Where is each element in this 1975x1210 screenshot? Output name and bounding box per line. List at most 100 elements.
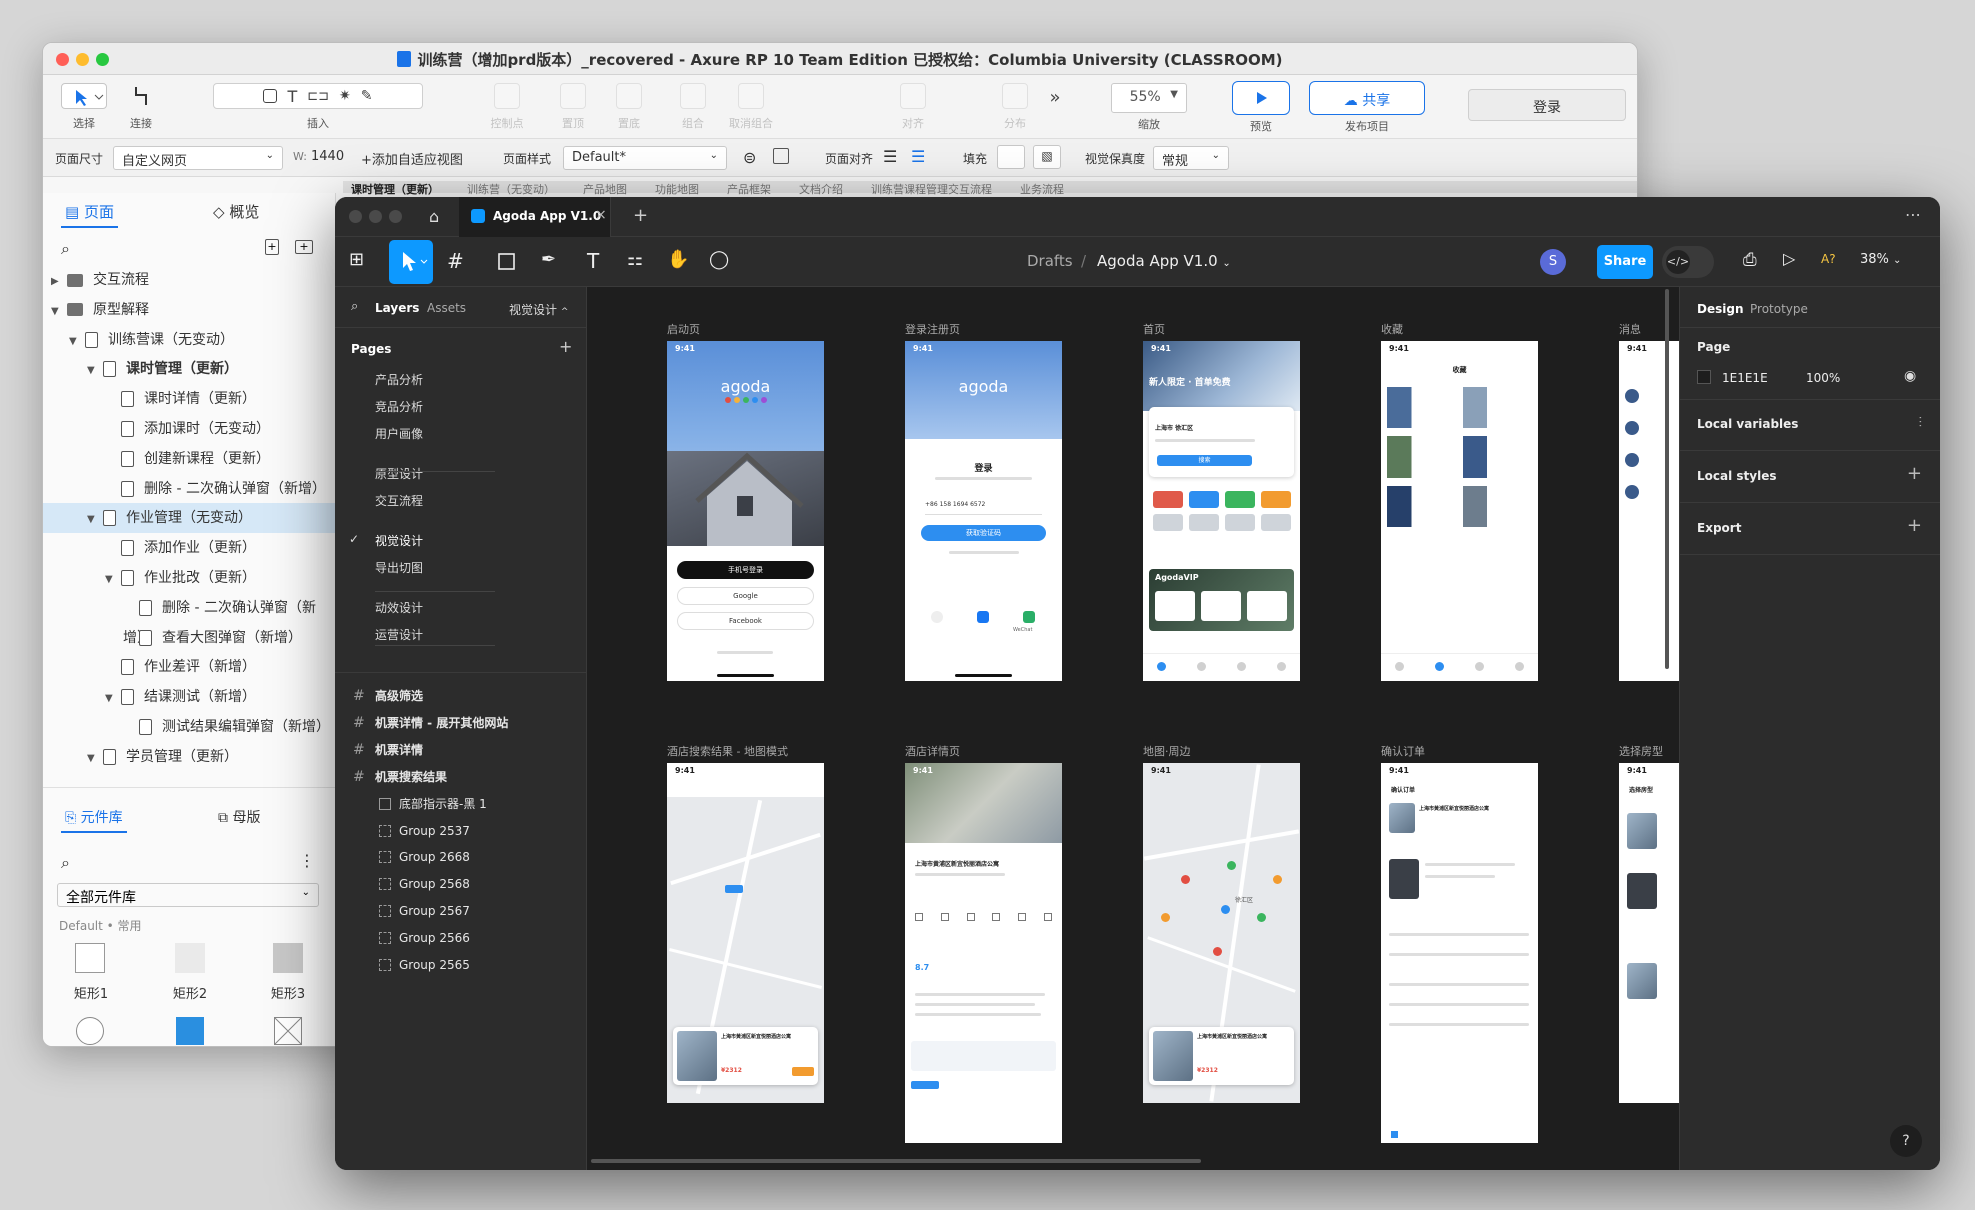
insert-tools[interactable]: T ⊏⊐ ✷ ✎ 插入 [213, 83, 423, 131]
phone-login-button[interactable]: 手机号登录 [677, 561, 814, 579]
layer-item[interactable]: Group 2565 [335, 948, 586, 982]
more-tools-icon[interactable]: » [1043, 87, 1067, 108]
export-section[interactable]: Export + [1680, 503, 1940, 555]
pages-tab[interactable]: ▤ 页面 [61, 201, 118, 228]
frame-tool-icon[interactable]: # [447, 249, 473, 275]
help-button[interactable]: ? [1890, 1125, 1922, 1157]
map-price-marker[interactable] [725, 885, 743, 893]
page-item[interactable]: 交互流程 [375, 492, 423, 509]
page-item[interactable]: 产品分析 [375, 371, 423, 388]
screen-confirm-order[interactable]: 9:41 确认订单 上海市黄浦区新宜悦丽酒店公寓 [1381, 763, 1538, 1143]
library-select[interactable]: 全部元件库 ⌄ [57, 883, 319, 907]
add-adaptive-view-button[interactable]: +添加自适应视图 [361, 149, 463, 168]
vertical-scrollbar[interactable] [1665, 289, 1669, 669]
hotel-result-card[interactable]: 上海市黄浦区新宜悦丽酒店公寓 ¥2312 [673, 1027, 818, 1085]
hotel-location-card[interactable] [911, 1041, 1056, 1071]
background-color-swatch[interactable] [1697, 370, 1711, 384]
pen-icon[interactable]: ✎ [361, 88, 373, 104]
connect-tool[interactable]: 连接 [121, 83, 161, 131]
document-tab[interactable]: 产品地图 [583, 181, 627, 197]
page-tree-item[interactable]: 创建新课程（更新） [43, 444, 335, 474]
align-center-icon[interactable]: ☰ [911, 147, 925, 166]
ungroup-button[interactable]: 取消组合 [723, 83, 779, 131]
add-page-icon[interactable]: + [559, 337, 572, 356]
group-button[interactable]: 组合 [673, 83, 713, 131]
map-pin[interactable] [1213, 947, 1222, 956]
page-tree-item[interactable]: 课时详情（更新） [43, 384, 335, 414]
widget-ellipse[interactable] [76, 1017, 104, 1045]
document-tab[interactable]: 训练营（无变动） [467, 181, 555, 197]
widget-rect3[interactable] [273, 943, 303, 973]
current-location-pin[interactable] [1221, 905, 1230, 914]
page-item[interactable]: 原型设计 [375, 465, 423, 482]
chevron-down-icon[interactable]: ▼ [105, 565, 117, 595]
page-style-select[interactable]: Default* ⌄ [563, 146, 727, 170]
more-options-icon[interactable]: ⋮ [299, 851, 315, 870]
manage-styles-icon[interactable]: ⊜ [743, 148, 756, 167]
snippet-icon[interactable]: ✷ [339, 88, 351, 104]
widget-placeholder-icon[interactable] [274, 1017, 302, 1045]
breadcrumb-drafts[interactable]: Drafts [1027, 252, 1073, 270]
map-pin[interactable] [1227, 861, 1236, 870]
library-book-icon[interactable]: ⎙ [1743, 250, 1757, 270]
document-tab[interactable]: 课时管理（更新） [351, 181, 439, 197]
page-tree-item[interactable]: ▼ 作业管理（无变动） [43, 503, 335, 534]
horizontal-scrollbar[interactable] [591, 1159, 1201, 1163]
chevron-down-icon[interactable]: ▼ [69, 327, 81, 357]
file-tab[interactable]: Agoda App V1.0 × [459, 197, 611, 237]
rectangle-icon[interactable] [263, 89, 278, 103]
close-window-button[interactable] [349, 210, 362, 223]
screen-nearby-map[interactable]: 9:41 徐汇区 上海市黄浦区新宜悦丽酒店公寓 ¥2312 [1143, 763, 1300, 1103]
align-button[interactable]: 对齐 [893, 83, 933, 131]
fill-color-swatch[interactable] [997, 145, 1025, 169]
page-tree-item[interactable]: 删除 - 二次确认弹窗（新增） [43, 593, 335, 646]
chevron-down-icon[interactable]: ▼ [87, 744, 99, 774]
screen-messages[interactable]: 9:41 [1619, 341, 1679, 681]
close-tab-icon[interactable]: × [595, 207, 607, 223]
google-login-button[interactable]: Google [677, 587, 814, 605]
variables-settings-icon[interactable]: ⫶ [1919, 415, 1923, 431]
widget-rect2[interactable] [175, 943, 205, 973]
library-tab[interactable]: ⎘ 元件库 [61, 807, 127, 833]
google-icon[interactable] [931, 611, 943, 623]
zoom-select[interactable]: 55% ▼ [1111, 83, 1187, 113]
eye-icon[interactable]: ◉ [1904, 368, 1916, 384]
screen-select-room[interactable]: 9:41 选择房型 [1619, 763, 1679, 1103]
local-styles-section[interactable]: Local styles + [1680, 451, 1940, 503]
page-tree-item[interactable]: 添加作业（更新） [43, 533, 335, 563]
overview-tab[interactable]: ◇ 概览 [213, 201, 259, 222]
more-menu-icon[interactable]: ⋯ [1905, 205, 1921, 224]
add-export-icon[interactable]: + [1907, 515, 1922, 536]
get-code-button[interactable]: 获取验证码 [921, 525, 1046, 541]
phone-number-field[interactable]: +86 158 1694 6572 [925, 501, 1042, 515]
page-tree-item[interactable]: 测试结果编辑弹窗（新增） [43, 712, 335, 742]
page-tree-item[interactable]: ▼ 结课测试（新增） [43, 682, 335, 712]
page-switcher[interactable]: 视觉设计 ^ [509, 301, 568, 318]
chevron-right-icon[interactable]: ▶ [51, 267, 63, 297]
page-item[interactable]: 动效设计 [375, 599, 423, 616]
page-tree-item[interactable]: ▼ 学员管理（更新） [43, 742, 335, 772]
widget-image-icon[interactable] [176, 1017, 204, 1045]
page-item[interactable]: 用户画像 [375, 425, 423, 442]
wechat-icon[interactable] [1023, 611, 1035, 623]
layers-search-icon[interactable]: ⌕ [351, 299, 358, 314]
nearby-hotel-card[interactable]: 上海市黄浦区新宜悦丽酒店公寓 ¥2312 [1149, 1027, 1294, 1085]
search-icon[interactable]: ⌕ [61, 239, 70, 259]
format-painter-icon[interactable] [773, 148, 789, 164]
hand-tool-icon[interactable]: ✋ [667, 249, 693, 275]
add-style-icon[interactable]: + [1907, 463, 1922, 484]
page-tree-item[interactable]: ▶ 交互流程 [43, 265, 335, 295]
page-tree-item[interactable]: 删除 - 二次确认弹窗（新增） [43, 474, 335, 504]
hotspot-icon[interactable]: ⊏⊐ [307, 89, 329, 104]
bring-top-button[interactable]: 置顶 [553, 83, 593, 131]
share-button[interactable]: ☁ 共享 发布项目 [1309, 81, 1425, 134]
widget-rect1[interactable] [75, 943, 105, 973]
page-item[interactable]: 导出切图 [375, 559, 423, 576]
map-pin[interactable] [1273, 875, 1282, 884]
library-search-icon[interactable]: ⌕ [61, 853, 70, 873]
document-tab[interactable]: 功能地图 [655, 181, 699, 197]
document-tab[interactable]: 训练营课程管理交互流程 [871, 181, 992, 197]
maximize-window-button[interactable] [389, 210, 402, 223]
screen-favorites[interactable]: 9:41 收藏 [1381, 341, 1538, 681]
present-play-icon[interactable]: ▷ [1783, 249, 1795, 268]
